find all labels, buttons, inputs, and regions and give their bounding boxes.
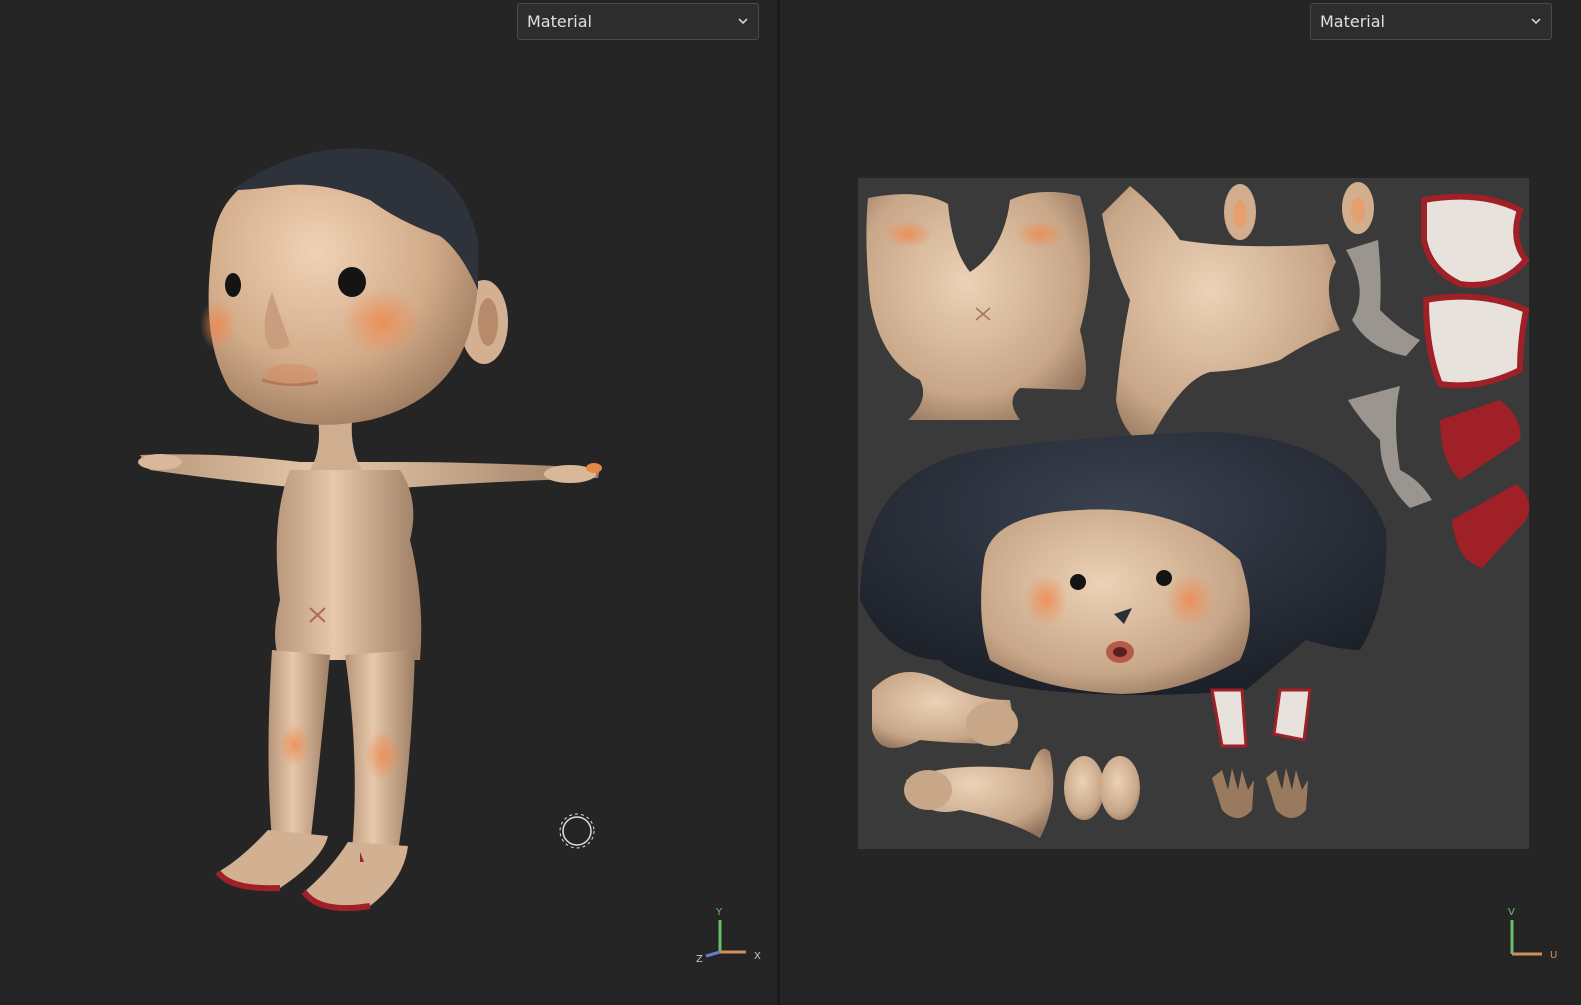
- shading-mode-label: Material: [527, 12, 592, 31]
- axis-u-label: U: [1550, 950, 1557, 961]
- character-model: [138, 148, 602, 912]
- axis-z-label: Z: [696, 954, 703, 965]
- 3d-viewport[interactable]: Material Y X Z: [0, 0, 777, 1005]
- axis-gizmo-uv: V U: [1508, 907, 1557, 961]
- axis-x-label: X: [754, 951, 761, 962]
- uv-texture-canvas: [858, 178, 1530, 849]
- axis-y-label: Y: [715, 907, 723, 918]
- axis-v-label: V: [1508, 907, 1515, 918]
- shading-mode-label: Material: [1320, 12, 1385, 31]
- chevron-down-icon: [1531, 18, 1541, 25]
- shading-mode-dropdown-left[interactable]: Material: [517, 3, 759, 40]
- uv-viewport[interactable]: Material V U: [780, 0, 1581, 1005]
- shading-mode-dropdown-right[interactable]: Material: [1310, 3, 1552, 40]
- axis-gizmo-3d: Y X Z: [696, 907, 761, 965]
- chevron-down-icon: [738, 18, 748, 25]
- orbit-pivot-icon: [559, 813, 595, 849]
